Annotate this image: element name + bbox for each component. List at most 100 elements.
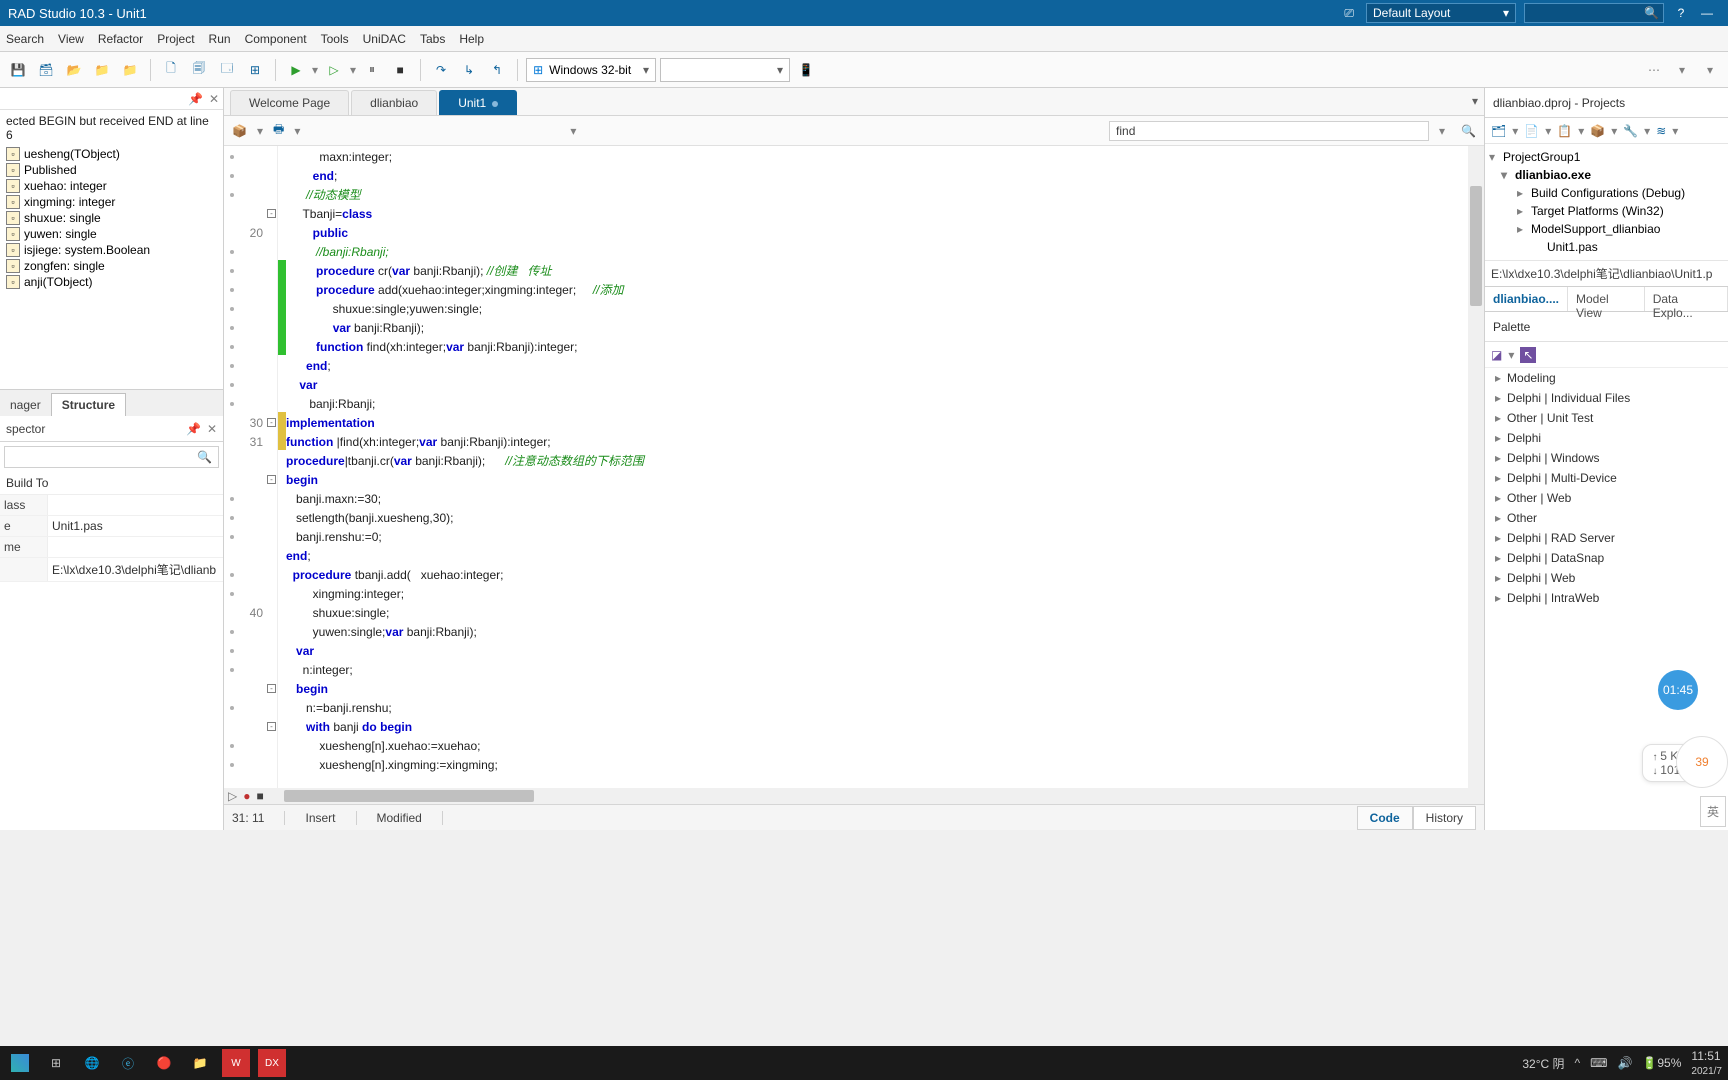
chrome-icon[interactable]: 🔴 xyxy=(150,1049,178,1077)
tool-icon[interactable]: ≋ xyxy=(1656,124,1666,138)
structure-item[interactable]: ▫shuxue: single xyxy=(0,210,223,226)
structure-tree[interactable]: ected BEGIN but received END at line 6▫u… xyxy=(0,110,223,390)
palette-category[interactable]: ▸Delphi | RAD Server xyxy=(1485,528,1728,548)
tool-icon[interactable]: 📦 xyxy=(1590,124,1605,138)
clock[interactable]: 11:512021/7 xyxy=(1691,1049,1722,1077)
help-button[interactable]: ? xyxy=(1668,6,1694,20)
doc-tab[interactable]: Unit1 xyxy=(439,90,517,115)
scrollbar-thumb[interactable] xyxy=(1470,186,1482,306)
close-icon[interactable]: ✕ xyxy=(207,422,217,436)
run-no-debug-icon[interactable]: ▷ xyxy=(322,58,346,82)
save-all-icon[interactable]: 🗃 xyxy=(34,58,58,82)
doc-tab[interactable]: Welcome Page xyxy=(230,90,349,115)
menu-tabs[interactable]: Tabs xyxy=(420,32,445,46)
palette-category[interactable]: ▸Delphi | DataSnap xyxy=(1485,548,1728,568)
explorer-icon[interactable]: 📁 xyxy=(186,1049,214,1077)
palette-category[interactable]: ▸Delphi | IntraWeb xyxy=(1485,588,1728,608)
project-view-tab[interactable]: dlianbiao.... xyxy=(1485,287,1568,311)
add-folder-icon[interactable]: 📁 xyxy=(90,58,114,82)
keyboard-icon[interactable]: ⌨ xyxy=(1590,1056,1607,1070)
structure-item[interactable]: ▫Published xyxy=(0,162,223,178)
battery-icon[interactable]: 🔋95% xyxy=(1642,1056,1681,1070)
project-node[interactable]: ▸ModelSupport_dlianbiao xyxy=(1487,220,1726,238)
step-over-icon[interactable]: ↷ xyxy=(429,58,453,82)
chevron-down-icon[interactable]: ▾ xyxy=(1698,58,1722,82)
play-icon[interactable]: ▷ xyxy=(228,789,237,803)
edge-icon[interactable]: 🌐 xyxy=(78,1049,106,1077)
inspector-row[interactable]: E:\lx\dxe10.3\delphi笔记\dlianb xyxy=(0,558,223,582)
inspector-grid[interactable]: lasseUnit1.pasmeE:\lx\dxe10.3\delphi笔记\d… xyxy=(0,495,223,830)
structure-item[interactable]: ▫xingming: integer xyxy=(0,194,223,210)
project-tree[interactable]: ▾ProjectGroup1▾dlianbiao.exe▸Build Confi… xyxy=(1485,144,1728,260)
ime-overlay[interactable]: 英 xyxy=(1700,796,1726,827)
dots-icon[interactable]: ⋯ xyxy=(1642,58,1666,82)
find-input[interactable]: find xyxy=(1109,121,1429,141)
manager-tab[interactable]: nager xyxy=(0,394,51,416)
project-node[interactable]: ▾ProjectGroup1 xyxy=(1487,148,1726,166)
pin-icon[interactable]: 📌 xyxy=(188,92,203,106)
volume-icon[interactable]: 🔊 xyxy=(1617,1056,1632,1070)
palette-category[interactable]: ▸Modeling xyxy=(1485,368,1728,388)
search-icon[interactable]: 🔍 xyxy=(1461,124,1476,138)
project-node[interactable]: ▾dlianbiao.exe xyxy=(1487,166,1726,184)
structure-item[interactable]: ▫anji(TObject) xyxy=(0,274,223,290)
history-tab[interactable]: History xyxy=(1413,806,1476,830)
tool-icon[interactable]: 🔧 xyxy=(1623,124,1638,138)
scrollbar-thumb[interactable] xyxy=(284,790,534,802)
palette-category[interactable]: ▸Other xyxy=(1485,508,1728,528)
desktop-icon[interactable]: ⎚ xyxy=(1344,6,1354,21)
phone-icon[interactable]: 📱 xyxy=(794,58,818,82)
palette-category[interactable]: ▸Delphi | Multi-Device xyxy=(1485,468,1728,488)
palette-category[interactable]: ▸Delphi | Windows xyxy=(1485,448,1728,468)
inspector-row[interactable]: me xyxy=(0,537,223,558)
record-icon[interactable]: ● xyxy=(243,789,250,803)
inspector-combo[interactable]: Build To xyxy=(0,472,223,495)
start-button[interactable] xyxy=(6,1049,34,1077)
project-view-tab[interactable]: Model View xyxy=(1568,287,1645,311)
structure-item[interactable]: ▫uesheng(TObject) xyxy=(0,146,223,162)
palette-category[interactable]: ▸Other | Unit Test xyxy=(1485,408,1728,428)
horizontal-scrollbar[interactable]: ▷ ● ■ xyxy=(224,788,1484,804)
palette-icon[interactable]: ◪ xyxy=(1491,348,1502,362)
save-icon[interactable]: 💾 xyxy=(6,58,30,82)
doc-tab[interactable]: dlianbiao xyxy=(351,90,437,115)
code-editor[interactable]: -20-3031-40-- maxn:integer; end; //动态模型 … xyxy=(224,146,1484,788)
device-combo[interactable]: ▾ xyxy=(660,58,790,82)
pointer-icon[interactable]: ↖ xyxy=(1520,347,1536,363)
menu-run[interactable]: Run xyxy=(209,32,231,46)
line-gutter[interactable]: -20-3031-40-- xyxy=(224,146,278,788)
timer-overlay[interactable]: 01:45 xyxy=(1658,670,1698,710)
stop-icon[interactable]: ■ xyxy=(388,58,412,82)
palette-category[interactable]: ▸Delphi | Web xyxy=(1485,568,1728,588)
structure-item[interactable]: ▫zongfen: single xyxy=(0,258,223,274)
ie-icon[interactable]: ⓔ xyxy=(114,1049,142,1077)
open-icon[interactable]: 📂 xyxy=(62,58,86,82)
structure-item[interactable]: ▫yuwen: single xyxy=(0,226,223,242)
menu-refactor[interactable]: Refactor xyxy=(98,32,143,46)
run-icon[interactable]: ▶ xyxy=(284,58,308,82)
tool-icon[interactable]: 📋 xyxy=(1557,124,1572,138)
project-view-tab[interactable]: Data Explo... xyxy=(1645,287,1728,311)
print-icon[interactable]: 🖶 xyxy=(273,120,284,141)
project-node[interactable]: Unit1.pas xyxy=(1487,238,1726,256)
menu-component[interactable]: Component xyxy=(245,32,307,46)
copy-icon[interactable]: 🗐 xyxy=(187,58,211,82)
step-out-icon[interactable]: ↰ xyxy=(485,58,509,82)
project-node[interactable]: ▸Build Configurations (Debug) xyxy=(1487,184,1726,202)
chevron-down-icon[interactable]: ▾ xyxy=(1439,124,1445,138)
menu-tools[interactable]: Tools xyxy=(321,32,349,46)
tool-icon[interactable]: 🗂 xyxy=(1491,124,1506,138)
window-icon[interactable]: 🗔 xyxy=(215,58,239,82)
new-file-icon[interactable]: 🗋 xyxy=(159,58,183,82)
temperature-overlay[interactable]: 39 xyxy=(1676,736,1728,788)
menu-help[interactable]: Help xyxy=(459,32,484,46)
menu-project[interactable]: Project xyxy=(157,32,194,46)
tray-expand-icon[interactable]: ^ xyxy=(1575,1056,1581,1070)
structure-tab[interactable]: Structure xyxy=(51,393,126,416)
task-view-icon[interactable]: ⊞ xyxy=(42,1049,70,1077)
menu-unidac[interactable]: UniDAC xyxy=(363,32,406,46)
nav-icon[interactable]: 📦 xyxy=(232,124,247,138)
vertical-scrollbar[interactable] xyxy=(1468,146,1484,788)
ide-search-box[interactable]: 🔍 xyxy=(1524,3,1664,23)
chevron-down-icon[interactable]: ▾ xyxy=(1670,58,1694,82)
